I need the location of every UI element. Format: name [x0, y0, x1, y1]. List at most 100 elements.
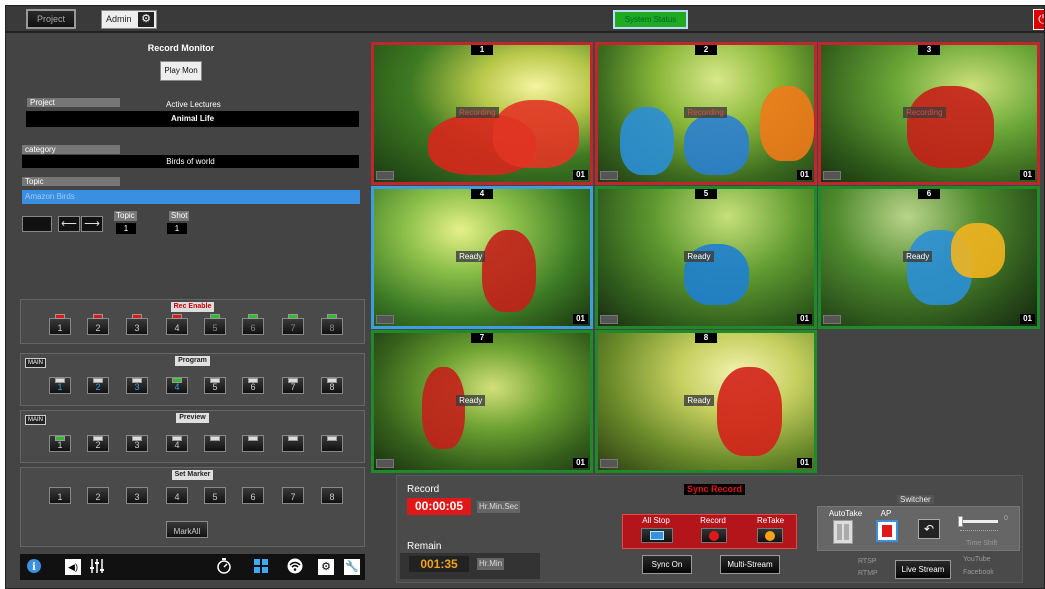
- preview-button-6[interactable]: [242, 435, 264, 452]
- parrot-shape: [907, 86, 994, 169]
- button-indicator: [132, 436, 142, 441]
- nav-blank-button[interactable]: [22, 216, 52, 232]
- tile-thumbnail-box[interactable]: [600, 459, 618, 468]
- previous-arrow-icon[interactable]: ⟵: [58, 216, 80, 232]
- shot-label: Shot: [169, 211, 190, 221]
- preview-button-5[interactable]: [204, 435, 226, 452]
- camera-tile[interactable]: 5 Ready 01: [595, 186, 817, 329]
- record-timer: 00:00:05: [407, 498, 471, 515]
- rec-enable-button-6[interactable]: 6: [242, 314, 264, 335]
- camera-tile[interactable]: 7 Ready 01: [371, 330, 593, 473]
- rec-enable-button-5[interactable]: 5: [204, 314, 226, 335]
- tile-thumbnail-box[interactable]: [376, 315, 394, 324]
- ap-button[interactable]: [876, 520, 898, 542]
- button-label: 8: [329, 492, 335, 502]
- topic-value-field[interactable]: Amazon Birds: [22, 190, 360, 204]
- tile-thumbnail-box[interactable]: [823, 171, 841, 180]
- settings-icon[interactable]: ⚙: [318, 559, 334, 575]
- program-button-2[interactable]: 2: [87, 377, 109, 394]
- power-icon[interactable]: ⏻: [1033, 9, 1044, 30]
- program-button-5[interactable]: 5: [204, 377, 226, 394]
- live-stream-button[interactable]: Live Stream: [895, 560, 951, 579]
- all-stop-button[interactable]: [641, 528, 673, 543]
- wifi-icon[interactable]: [286, 558, 304, 576]
- program-button-3[interactable]: 3: [126, 377, 148, 394]
- parrot-shape: [619, 106, 674, 176]
- retake-button[interactable]: [757, 528, 783, 543]
- tile-thumbnail-box[interactable]: [600, 171, 618, 180]
- set-marker-button-6[interactable]: 6: [242, 487, 264, 504]
- layout-grid-icon[interactable]: [252, 558, 270, 576]
- camera-tile[interactable]: 3 Recording 01: [818, 42, 1040, 185]
- set-marker-button-3[interactable]: 3: [126, 487, 148, 504]
- remain-unit: Hr.Min: [477, 558, 505, 570]
- rec-enable-button-2[interactable]: 2: [87, 314, 109, 335]
- active-indicator: [55, 436, 65, 441]
- parrot-shape: [482, 230, 536, 313]
- multi-stream-button[interactable]: Multi-Stream: [720, 555, 780, 574]
- mark-all-button[interactable]: MarkAll: [166, 521, 208, 538]
- program-button-8[interactable]: 8: [321, 377, 343, 394]
- tile-thumbnail-box[interactable]: [600, 315, 618, 324]
- button-label: 1: [57, 492, 63, 502]
- rec-enable-button-3[interactable]: 3: [126, 314, 148, 335]
- program-button-4[interactable]: 4: [166, 377, 188, 394]
- camera-tile[interactable]: 4 Ready 01: [371, 186, 593, 329]
- next-arrow-icon[interactable]: ⟶: [81, 216, 103, 232]
- preview-button-3[interactable]: 3: [126, 435, 148, 452]
- rec-enable-button-1[interactable]: 1: [49, 314, 71, 335]
- shot-number: 1: [167, 223, 187, 234]
- program-button-6[interactable]: 6: [242, 377, 264, 394]
- retake-dot-icon: [765, 531, 775, 541]
- mixer-icon[interactable]: [88, 558, 106, 576]
- preview-button-4[interactable]: 4: [166, 435, 188, 452]
- rec-enable-button-8[interactable]: 8: [321, 314, 343, 335]
- remain-timer: 001:35: [409, 556, 469, 572]
- parrot-shape: [421, 367, 465, 450]
- program-button-7[interactable]: 7: [282, 377, 304, 394]
- time-shift-slider[interactable]: [958, 516, 998, 527]
- camera-tile[interactable]: 6 Ready 01: [818, 186, 1040, 329]
- play-mon-button[interactable]: Play Mon: [160, 61, 202, 81]
- camera-tile[interactable]: 8 Ready 01: [595, 330, 817, 473]
- switch-back-icon[interactable]: ↶: [918, 519, 940, 539]
- category-value-field[interactable]: Birds of world: [22, 155, 359, 168]
- set-marker-button-5[interactable]: 5: [204, 487, 226, 504]
- autotake-toggle[interactable]: [833, 520, 853, 544]
- set-marker-button-8[interactable]: 8: [321, 487, 343, 504]
- stopwatch-icon[interactable]: [215, 558, 233, 576]
- button-label: 7: [290, 323, 296, 333]
- wrench-icon[interactable]: 🔧: [344, 559, 360, 575]
- set-marker-button-1[interactable]: 1: [49, 487, 71, 504]
- tile-thumbnail-box[interactable]: [823, 315, 841, 324]
- info-icon[interactable]: i: [26, 558, 42, 574]
- camera-tile[interactable]: 1 Recording 01: [371, 42, 593, 185]
- button-indicator: [327, 436, 337, 441]
- project-button[interactable]: Project: [26, 9, 76, 29]
- preview-button-1[interactable]: 1: [49, 435, 71, 452]
- all-stop-label: All Stop: [642, 516, 670, 525]
- system-status-button[interactable]: System Status: [613, 10, 688, 29]
- project-value-field[interactable]: Animal Life: [26, 111, 359, 127]
- admin-selector[interactable]: Admin ⚙: [101, 10, 157, 29]
- program-button-1[interactable]: 1: [49, 377, 71, 394]
- record-button[interactable]: [701, 528, 727, 543]
- camera-tile[interactable]: 2 Recording 01: [595, 42, 817, 185]
- preview-button-2[interactable]: 2: [87, 435, 109, 452]
- slider-value: 0: [1004, 515, 1008, 522]
- sync-on-button[interactable]: Sync On: [642, 555, 692, 574]
- rec-enable-button-4[interactable]: 4: [166, 314, 188, 335]
- tile-channel: 01: [797, 170, 812, 180]
- tile-thumbnail-box[interactable]: [376, 171, 394, 180]
- set-marker-button-4[interactable]: 4: [166, 487, 188, 504]
- speaker-icon[interactable]: ◀): [65, 559, 81, 575]
- preview-button-7[interactable]: [282, 435, 304, 452]
- set-marker-button-2[interactable]: 2: [87, 487, 109, 504]
- preview-button-8[interactable]: [321, 435, 343, 452]
- set-marker-button-7[interactable]: 7: [282, 487, 304, 504]
- tile-thumbnail-box[interactable]: [376, 459, 394, 468]
- rec-enable-button-7[interactable]: 7: [282, 314, 304, 335]
- button-label: 1: [57, 382, 63, 392]
- gear-icon[interactable]: ⚙: [138, 12, 154, 27]
- empty-tile: [818, 330, 1040, 473]
